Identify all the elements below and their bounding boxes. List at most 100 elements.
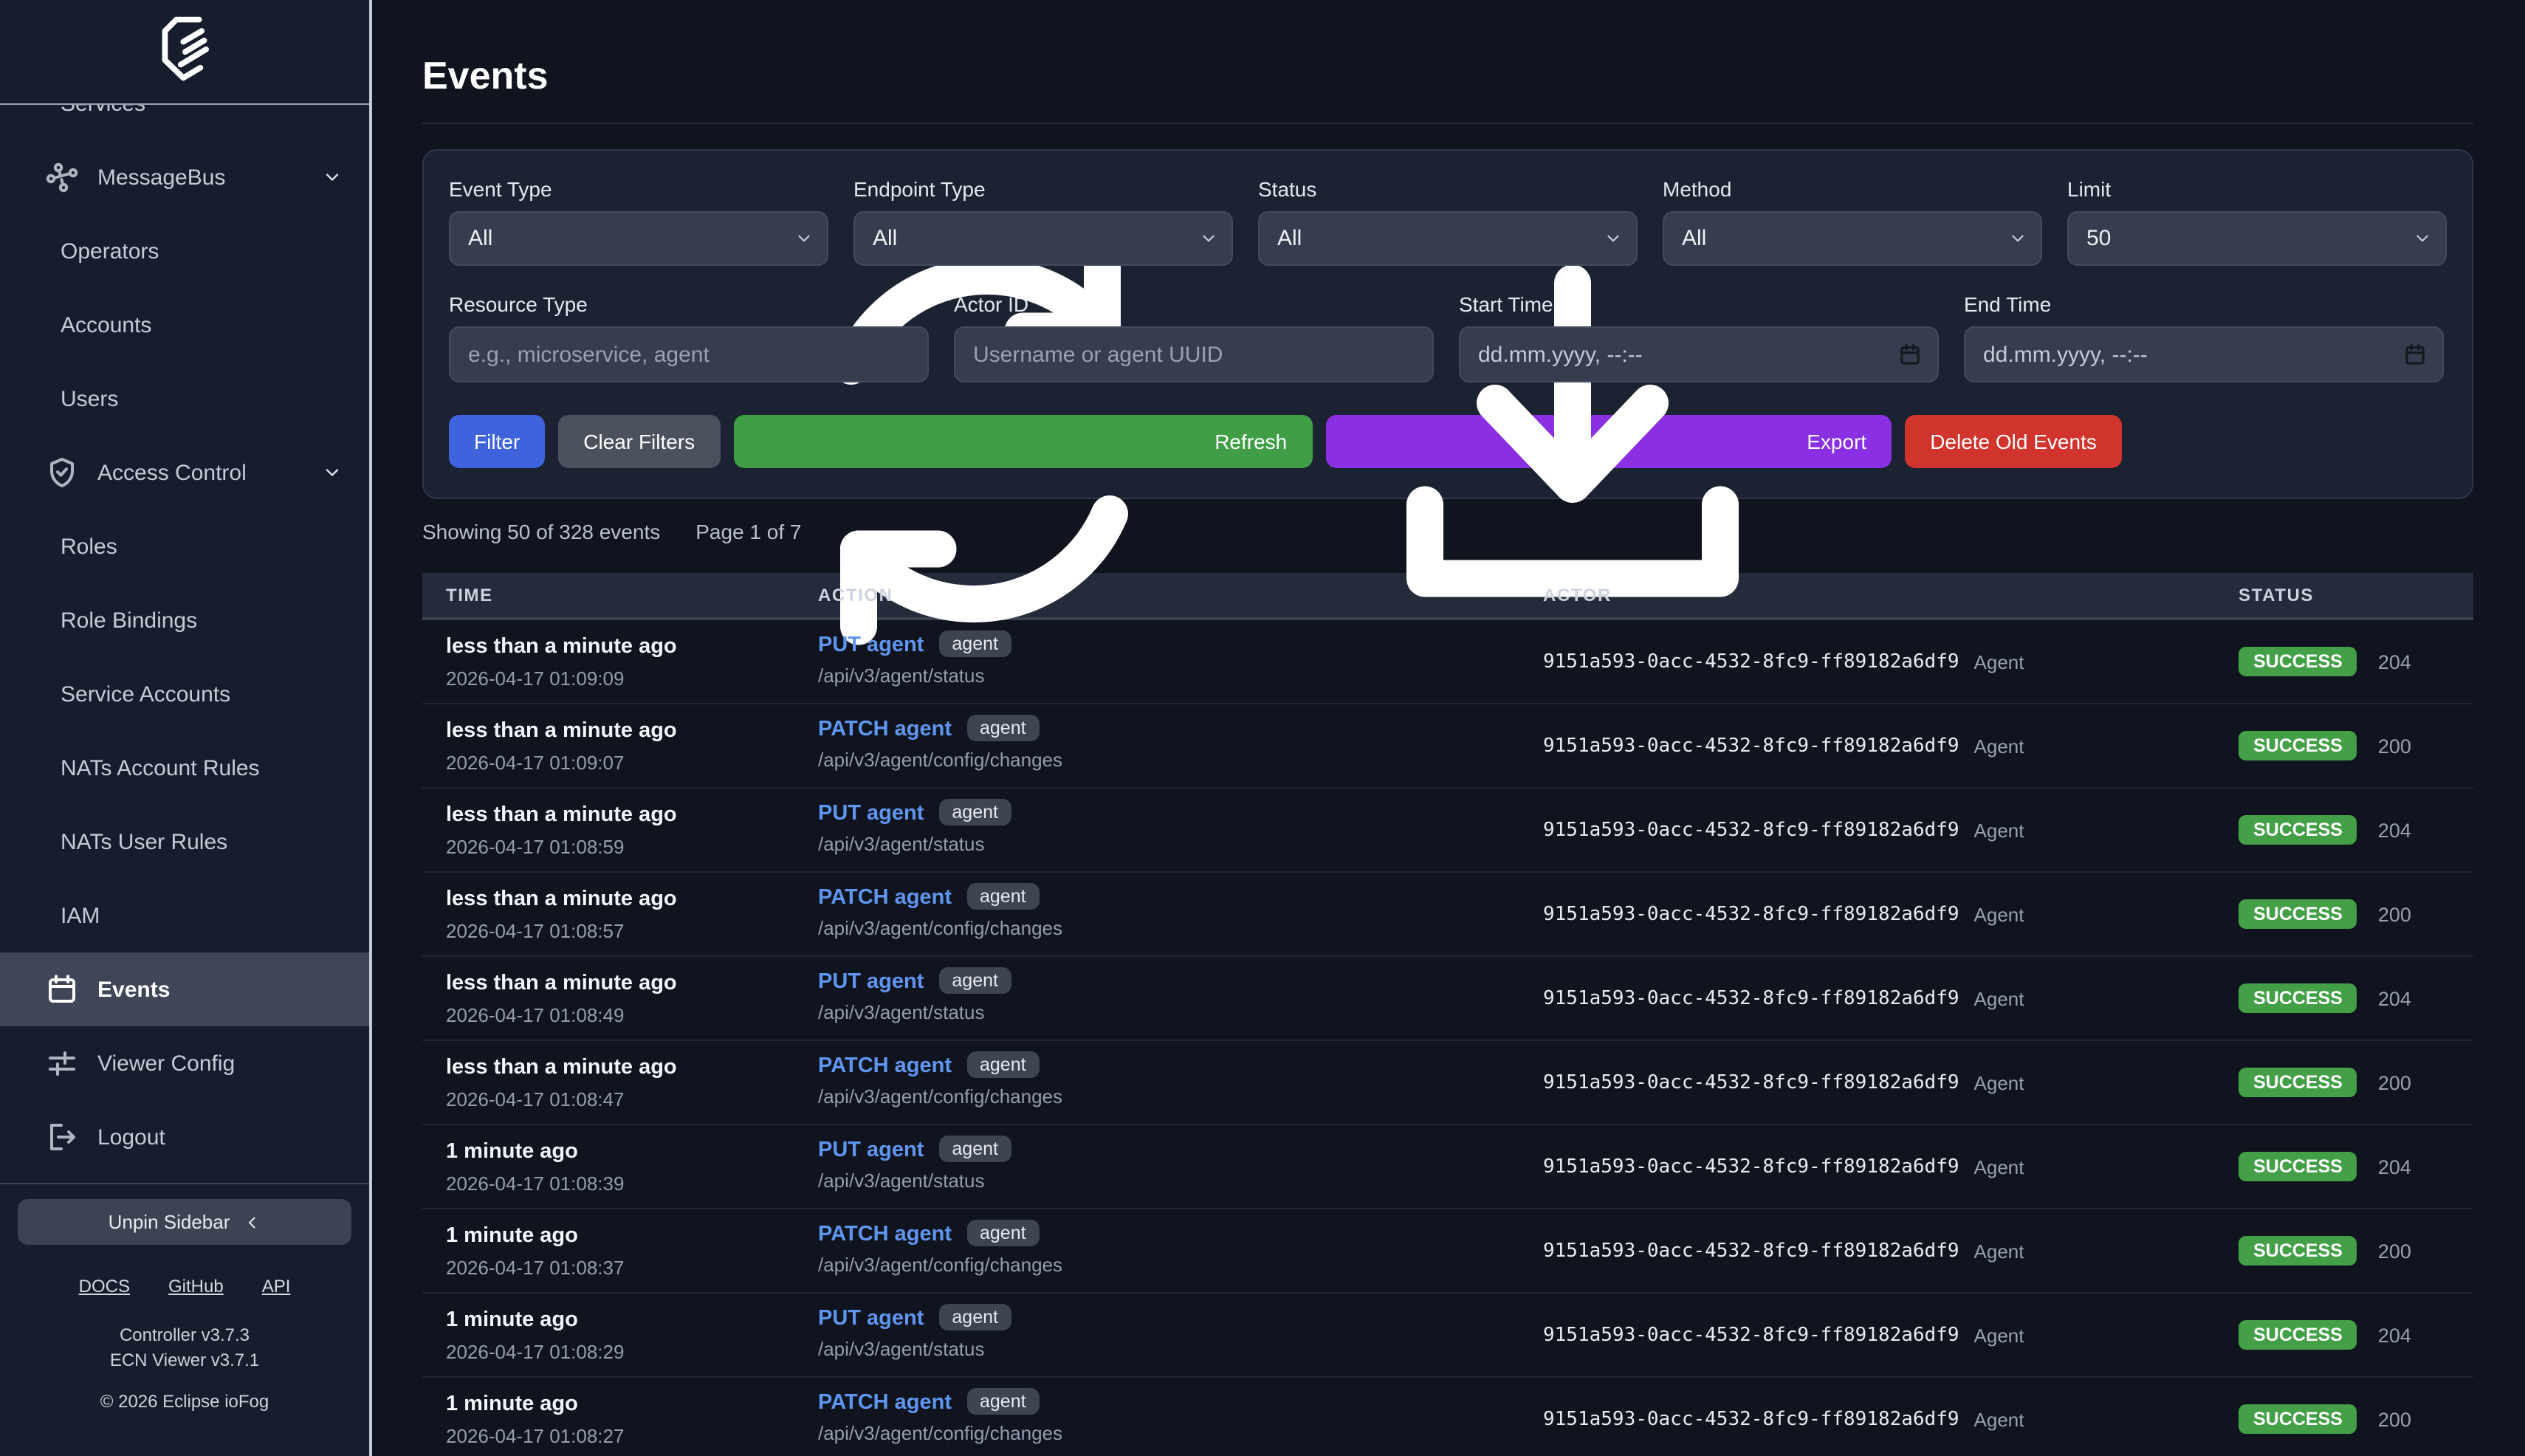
event-type-select[interactable]: All (449, 211, 828, 266)
chevron-left-icon (243, 1213, 261, 1231)
button-label: Refresh (1215, 430, 1287, 453)
sidebar-item-accounts[interactable]: Accounts (0, 288, 369, 362)
calendar-small-icon (2401, 341, 2429, 369)
actor-type: Agent (1974, 650, 2024, 673)
filter-label: Limit (2067, 177, 2447, 201)
actor-cell: 9151a593-0acc-4532-8fc9-ff89182a6df9Agen… (1543, 1125, 2239, 1208)
sidebar-item-services[interactable]: Services (0, 105, 369, 140)
sidebar-item-service-accounts[interactable]: Service Accounts (0, 657, 369, 731)
select-value: All (1277, 226, 1302, 251)
filter-button[interactable]: Filter (449, 415, 545, 468)
sidebar-item-nats-user-rules[interactable]: NATs User Rules (0, 805, 369, 879)
chevron-down-icon (2008, 229, 2027, 248)
sidebar-item-roles[interactable]: Roles (0, 509, 369, 583)
endpoint-path: /api/v3/agent/config/changes (818, 1254, 1543, 1276)
sidebar-item-role-bindings[interactable]: Role Bindings (0, 583, 369, 657)
actor-cell: 9151a593-0acc-4532-8fc9-ff89182a6df9Agen… (1543, 957, 2239, 1040)
unpin-sidebar-button[interactable]: Unpin Sidebar (18, 1199, 351, 1245)
chevron-down-icon (322, 462, 343, 483)
action-link[interactable]: PUT agent (818, 1307, 924, 1330)
sidebar-item-logout[interactable]: Logout (0, 1100, 369, 1174)
method-select[interactable]: All (1663, 211, 2042, 266)
page-title: Events (422, 53, 2473, 99)
refresh-button[interactable]: Refresh (733, 415, 1312, 468)
action-link[interactable]: PUT agent (818, 970, 924, 994)
sidebar-item-nats-account-rules[interactable]: NATs Account Rules (0, 731, 369, 805)
footer-link-api[interactable]: API (262, 1276, 291, 1297)
timestamp: 2026-04-17 01:08:27 (446, 1425, 818, 1447)
action-link[interactable]: PUT agent (818, 802, 924, 825)
action-link[interactable]: PATCH agent (818, 1223, 952, 1246)
actor-type: Agent (1974, 1240, 2024, 1262)
action-cell: PATCH agentagent/api/v3/agent/config/cha… (818, 1378, 1543, 1456)
actor-id-input[interactable]: Username or agent UUID (954, 326, 1434, 382)
status-select[interactable]: All (1258, 211, 1638, 266)
timestamp: 2026-04-17 01:08:57 (446, 920, 818, 942)
sidebar-item-users[interactable]: Users (0, 362, 369, 436)
status-cell: SUCCESS204 (2239, 1125, 2472, 1208)
table-row: less than a minute ago2026-04-17 01:09:0… (422, 704, 2473, 789)
app-window: ServicesMessageBusOperatorsAccountsUsers… (0, 0, 2525, 1456)
table-row: less than a minute ago2026-04-17 01:09:0… (422, 620, 2473, 704)
footer-link-docs[interactable]: DOCS (79, 1276, 130, 1297)
action-cell: PUT agentagent/api/v3/agent/status (818, 1294, 1543, 1376)
action-link[interactable]: PATCH agent (818, 1391, 952, 1415)
actor-type: Agent (1974, 1324, 2024, 1346)
action-line: PUT agentagent (818, 1305, 1543, 1332)
status-code: 200 (2378, 1071, 2411, 1093)
limit-select[interactable]: 50 (2067, 211, 2447, 266)
action-link[interactable]: PATCH agent (818, 886, 952, 910)
end-time-input[interactable]: dd.mm.yyyy, --:-- (1964, 326, 2444, 382)
action-link[interactable]: PATCH agent (818, 718, 952, 741)
sidebar-item-events[interactable]: Events (0, 952, 369, 1026)
clear-filters-button[interactable]: Clear Filters (558, 415, 720, 468)
actor-type: Agent (1974, 1071, 2024, 1093)
endpoint-path: /api/v3/agent/status (818, 665, 1543, 687)
delete-old-events-button[interactable]: Delete Old Events (1905, 415, 2122, 468)
resource-tag: agent (966, 1051, 1040, 1078)
actor-id: 9151a593-0acc-4532-8fc9-ff89182a6df9 (1543, 1324, 1959, 1346)
export-button[interactable]: Export (1325, 415, 1892, 468)
sidebar-item-access-control[interactable]: Access Control (0, 436, 369, 509)
sidebar-item-messagebus[interactable]: MessageBus (0, 140, 369, 214)
shield-check-icon (44, 455, 80, 490)
footer-link-github[interactable]: GitHub (168, 1276, 224, 1297)
table-row: less than a minute ago2026-04-17 01:08:4… (422, 1041, 2473, 1125)
endpoint-path: /api/v3/agent/status (818, 1001, 1543, 1023)
endpoint-path: /api/v3/agent/status (818, 1170, 1543, 1192)
status-code: 200 (2378, 903, 2411, 925)
actor-cell: 9151a593-0acc-4532-8fc9-ff89182a6df9Agen… (1543, 1209, 2239, 1292)
action-link[interactable]: PUT agent (818, 633, 924, 657)
status-code: 204 (2378, 1324, 2411, 1346)
status-badge: SUCCESS (2239, 1152, 2357, 1181)
sidebar-item-label: Service Accounts (61, 681, 230, 707)
time-cell: less than a minute ago2026-04-17 01:08:5… (422, 789, 818, 871)
sidebar-item-operators[interactable]: Operators (0, 214, 369, 288)
sidebar-item-label: Roles (61, 534, 117, 559)
action-link[interactable]: PUT agent (818, 1139, 924, 1162)
actor-id: 9151a593-0acc-4532-8fc9-ff89182a6df9 (1543, 987, 1959, 1009)
status-cell: SUCCESS204 (2239, 957, 2472, 1040)
share-nodes-icon (44, 159, 80, 195)
status-code: 200 (2378, 1408, 2411, 1430)
endpoint-type-select[interactable]: All (853, 211, 1233, 266)
filter-label: Endpoint Type (853, 177, 1233, 201)
actor-cell: 9151a593-0acc-4532-8fc9-ff89182a6df9Agen… (1543, 1041, 2239, 1124)
actor-type: Agent (1974, 735, 2024, 757)
sidebar-item-label: IAM (61, 903, 100, 928)
resource-type-input[interactable]: e.g., microservice, agent (449, 326, 929, 382)
actor-id: 9151a593-0acc-4532-8fc9-ff89182a6df9 (1543, 819, 1959, 841)
table-row: less than a minute ago2026-04-17 01:08:4… (422, 957, 2473, 1041)
start-time-input[interactable]: dd.mm.yyyy, --:-- (1459, 326, 1939, 382)
sidebar-item-iam[interactable]: IAM (0, 879, 369, 952)
status-badge: SUCCESS (2239, 731, 2357, 760)
status-cell: SUCCESS200 (2239, 873, 2472, 955)
action-cell: PATCH agentagent/api/v3/agent/config/cha… (818, 704, 1543, 787)
action-link[interactable]: PATCH agent (818, 1054, 952, 1078)
status-cell: SUCCESS200 (2239, 704, 2472, 787)
resource-tag: agent (966, 715, 1040, 741)
sidebar-item-viewer-config[interactable]: Viewer Config (0, 1026, 369, 1100)
table-row: less than a minute ago2026-04-17 01:08:5… (422, 873, 2473, 957)
title-divider (422, 123, 2473, 124)
relative-time: less than a minute ago (446, 969, 818, 998)
